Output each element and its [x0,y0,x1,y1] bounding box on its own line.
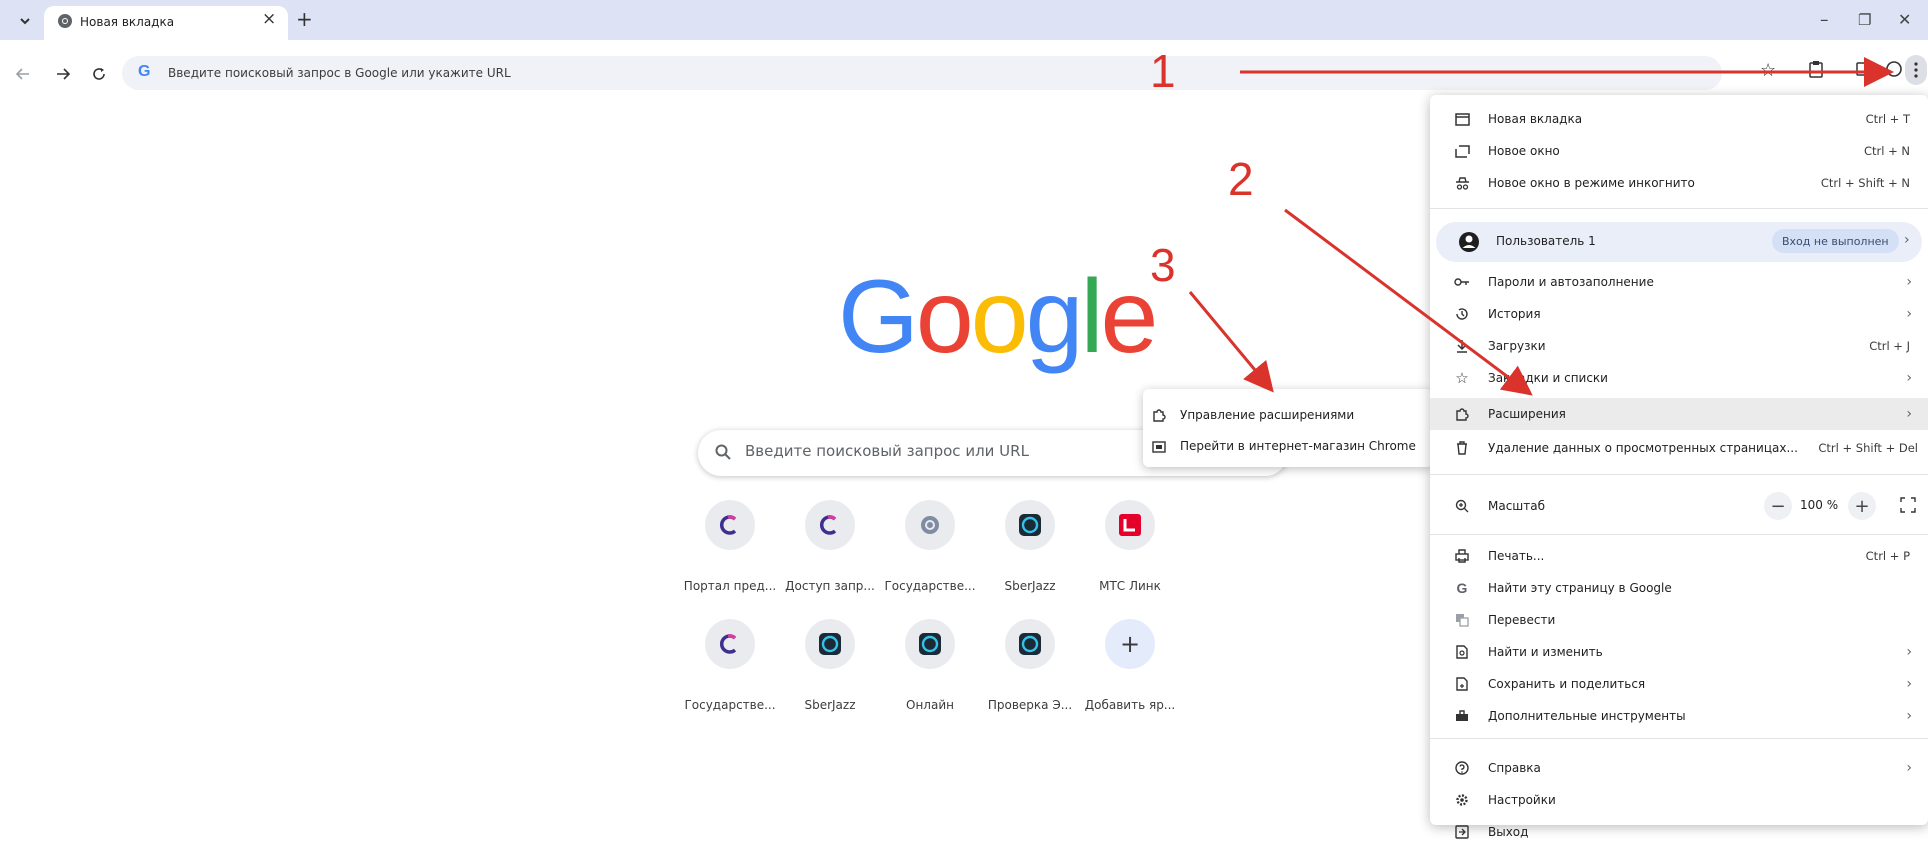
annotation-arrow-2 [1284,208,1533,396]
annotation-number-2: 2 [1228,153,1254,205]
annotation-number-3: 3 [1150,239,1176,291]
annotation-number-1: 1 [1150,45,1176,97]
annotation-arrow-3 [1188,291,1274,393]
annotation-arrows [1188,57,1894,396]
